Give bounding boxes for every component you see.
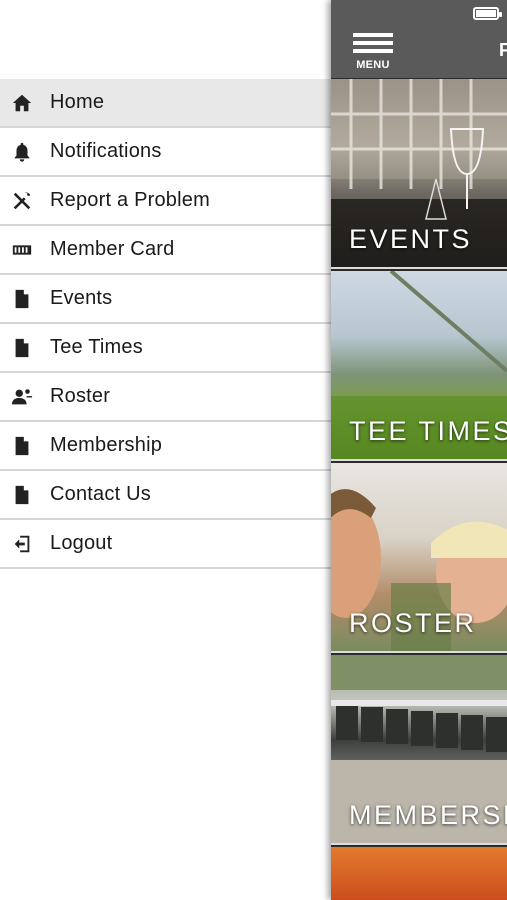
drawer-item-label: Notifications xyxy=(50,140,162,162)
document-icon xyxy=(0,435,50,457)
battery-icon xyxy=(473,7,502,20)
drawer-item-label: Roster xyxy=(50,385,111,407)
tile-roster[interactable]: ROSTER xyxy=(331,463,507,653)
drawer-item-membership[interactable]: Membership xyxy=(0,422,331,471)
tile-partial[interactable] xyxy=(331,847,507,900)
main-content-panel[interactable]: MENU F EVENTS TEE TIMES ROSTER MEMBERS xyxy=(331,0,507,900)
drawer-item-label: Membership xyxy=(50,434,163,456)
drawer-item-contact-us[interactable]: Contact Us xyxy=(0,471,331,520)
drawer-item-label: Home xyxy=(50,91,105,113)
drawer-item-roster[interactable]: Roster xyxy=(0,373,331,422)
drawer-item-label: Logout xyxy=(50,532,113,554)
drawer-item-report-a-problem[interactable]: Report a Problem xyxy=(0,177,331,226)
tile-events[interactable]: EVENTS xyxy=(331,79,507,269)
tile-caption: MEMBERSHIP xyxy=(349,800,507,830)
drawer-item-events[interactable]: Events xyxy=(0,275,331,324)
drawer-item-label: Tee Times xyxy=(50,336,143,358)
drawer-item-label: Contact Us xyxy=(50,483,151,505)
tile-tee-times[interactable]: TEE TIMES xyxy=(331,271,507,461)
drawer-item-notifications[interactable]: Notifications xyxy=(0,128,331,177)
drawer-item-label: Report a Problem xyxy=(50,189,210,211)
tile-caption: ROSTER xyxy=(349,608,477,638)
menu-button[interactable]: MENU xyxy=(353,33,393,73)
drawer-item-logout[interactable]: Logout xyxy=(0,520,331,569)
menu-button-label: MENU xyxy=(356,59,390,71)
navigation-drawer: Home Notifications Report a Problem Memb… xyxy=(0,0,331,900)
people-icon xyxy=(0,386,50,408)
page-title: F xyxy=(499,40,507,60)
drawer-item-member-card[interactable]: Member Card xyxy=(0,226,331,275)
tile-membership[interactable]: MEMBERSHIP xyxy=(331,655,507,845)
home-icon xyxy=(0,92,50,114)
document-icon xyxy=(0,484,50,506)
tile-caption: TEE TIMES xyxy=(349,416,507,446)
drawer-item-home[interactable]: Home xyxy=(0,79,331,128)
tools-icon xyxy=(0,190,50,212)
document-icon xyxy=(0,337,50,359)
drawer-item-tee-times[interactable]: Tee Times xyxy=(0,324,331,373)
drawer-item-label: Member Card xyxy=(50,238,175,260)
card-icon xyxy=(0,239,50,261)
bell-icon xyxy=(0,141,50,163)
document-icon xyxy=(0,288,50,310)
drawer-menu-list: Home Notifications Report a Problem Memb… xyxy=(0,79,331,569)
app-top-bar: MENU F xyxy=(331,0,507,78)
drawer-item-label: Events xyxy=(50,287,113,309)
logout-icon xyxy=(0,533,50,555)
tile-caption: EVENTS xyxy=(349,224,473,254)
